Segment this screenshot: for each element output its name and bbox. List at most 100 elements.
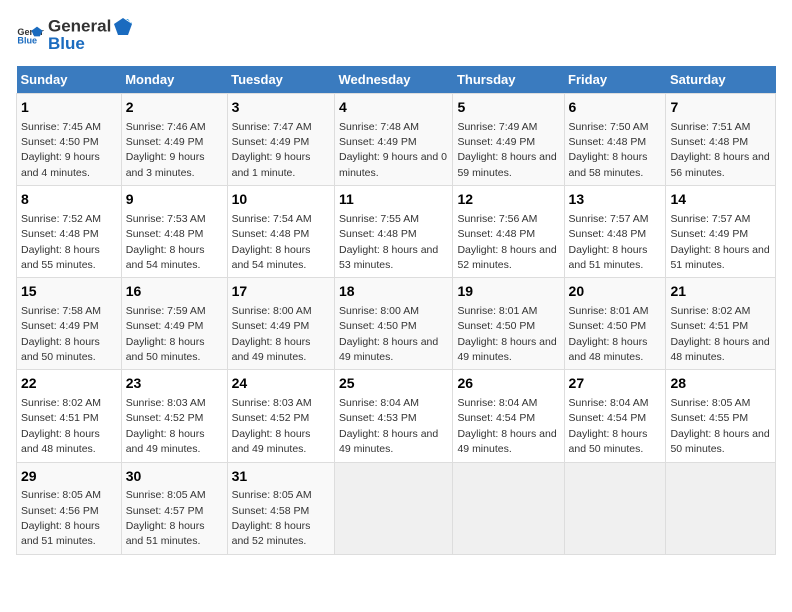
sunrise-info: Sunrise: 7:52 AM — [21, 213, 101, 225]
logo-general-text: General — [48, 16, 111, 35]
daylight-info: Daylight: 8 hours and 51 minutes. — [670, 244, 769, 271]
day-number: 28 — [670, 374, 771, 394]
calendar-cell: 1 Sunrise: 7:45 AM Sunset: 4:50 PM Dayli… — [17, 94, 122, 186]
calendar-cell: 18 Sunrise: 8:00 AM Sunset: 4:50 PM Dayl… — [334, 278, 452, 370]
sunset-info: Sunset: 4:48 PM — [339, 228, 417, 240]
calendar-cell: 2 Sunrise: 7:46 AM Sunset: 4:49 PM Dayli… — [121, 94, 227, 186]
daylight-info: Daylight: 8 hours and 54 minutes. — [126, 244, 205, 271]
calendar-cell: 10 Sunrise: 7:54 AM Sunset: 4:48 PM Dayl… — [227, 186, 334, 278]
daylight-info: Daylight: 8 hours and 49 minutes. — [339, 336, 438, 363]
weekday-header: Saturday — [666, 66, 776, 94]
sunset-info: Sunset: 4:52 PM — [232, 412, 310, 424]
sunrise-info: Sunrise: 7:53 AM — [126, 213, 206, 225]
day-number: 20 — [569, 282, 662, 302]
calendar-cell: 15 Sunrise: 7:58 AM Sunset: 4:49 PM Dayl… — [17, 278, 122, 370]
header-row: SundayMondayTuesdayWednesdayThursdayFrid… — [17, 66, 776, 94]
calendar-cell: 8 Sunrise: 7:52 AM Sunset: 4:48 PM Dayli… — [17, 186, 122, 278]
sunrise-info: Sunrise: 7:49 AM — [457, 121, 537, 133]
daylight-info: Daylight: 9 hours and 1 minute. — [232, 151, 311, 178]
header: General Blue General Blue — [16, 16, 776, 54]
sunrise-info: Sunrise: 8:03 AM — [232, 397, 312, 409]
day-number: 12 — [457, 190, 559, 210]
weekday-header: Monday — [121, 66, 227, 94]
weekday-header: Sunday — [17, 66, 122, 94]
day-number: 25 — [339, 374, 448, 394]
sunset-info: Sunset: 4:49 PM — [232, 136, 310, 148]
day-number: 2 — [126, 98, 223, 118]
daylight-info: Daylight: 8 hours and 49 minutes. — [126, 428, 205, 455]
calendar-cell: 17 Sunrise: 8:00 AM Sunset: 4:49 PM Dayl… — [227, 278, 334, 370]
daylight-info: Daylight: 8 hours and 49 minutes. — [232, 336, 311, 363]
sunset-info: Sunset: 4:49 PM — [126, 320, 204, 332]
sunset-info: Sunset: 4:49 PM — [126, 136, 204, 148]
day-number: 3 — [232, 98, 330, 118]
sunset-info: Sunset: 4:49 PM — [670, 228, 748, 240]
daylight-info: Daylight: 8 hours and 50 minutes. — [21, 336, 100, 363]
sunrise-info: Sunrise: 7:57 AM — [670, 213, 750, 225]
calendar-cell: 30 Sunrise: 8:05 AM Sunset: 4:57 PM Dayl… — [121, 462, 227, 554]
sunrise-info: Sunrise: 8:05 AM — [232, 489, 312, 501]
logo: General Blue General Blue — [16, 16, 135, 54]
daylight-info: Daylight: 8 hours and 52 minutes. — [232, 520, 311, 547]
daylight-info: Daylight: 9 hours and 0 minutes. — [339, 151, 447, 178]
daylight-info: Daylight: 8 hours and 51 minutes. — [569, 244, 648, 271]
calendar-week-row: 15 Sunrise: 7:58 AM Sunset: 4:49 PM Dayl… — [17, 278, 776, 370]
weekday-header: Friday — [564, 66, 666, 94]
sunrise-info: Sunrise: 8:01 AM — [569, 305, 649, 317]
sunrise-info: Sunrise: 7:57 AM — [569, 213, 649, 225]
calendar-cell: 6 Sunrise: 7:50 AM Sunset: 4:48 PM Dayli… — [564, 94, 666, 186]
sunset-info: Sunset: 4:53 PM — [339, 412, 417, 424]
day-number: 31 — [232, 467, 330, 487]
day-number: 4 — [339, 98, 448, 118]
daylight-info: Daylight: 9 hours and 3 minutes. — [126, 151, 205, 178]
day-number: 21 — [670, 282, 771, 302]
calendar-cell: 27 Sunrise: 8:04 AM Sunset: 4:54 PM Dayl… — [564, 370, 666, 462]
sunrise-info: Sunrise: 7:47 AM — [232, 121, 312, 133]
sunset-info: Sunset: 4:57 PM — [126, 505, 204, 517]
sunset-info: Sunset: 4:50 PM — [339, 320, 417, 332]
day-number: 17 — [232, 282, 330, 302]
calendar-cell: 20 Sunrise: 8:01 AM Sunset: 4:50 PM Dayl… — [564, 278, 666, 370]
daylight-info: Daylight: 8 hours and 51 minutes. — [126, 520, 205, 547]
sunrise-info: Sunrise: 8:05 AM — [126, 489, 206, 501]
sunset-info: Sunset: 4:48 PM — [670, 136, 748, 148]
svg-text:Blue: Blue — [17, 35, 37, 45]
calendar-cell: 31 Sunrise: 8:05 AM Sunset: 4:58 PM Dayl… — [227, 462, 334, 554]
sunrise-info: Sunrise: 8:04 AM — [569, 397, 649, 409]
sunset-info: Sunset: 4:50 PM — [569, 320, 647, 332]
daylight-info: Daylight: 8 hours and 49 minutes. — [457, 336, 556, 363]
sunrise-info: Sunrise: 8:01 AM — [457, 305, 537, 317]
sunrise-info: Sunrise: 7:46 AM — [126, 121, 206, 133]
calendar-cell: 3 Sunrise: 7:47 AM Sunset: 4:49 PM Dayli… — [227, 94, 334, 186]
day-number: 11 — [339, 190, 448, 210]
sunrise-info: Sunrise: 8:02 AM — [21, 397, 101, 409]
day-number: 26 — [457, 374, 559, 394]
calendar-cell: 19 Sunrise: 8:01 AM Sunset: 4:50 PM Dayl… — [453, 278, 564, 370]
daylight-info: Daylight: 8 hours and 56 minutes. — [670, 151, 769, 178]
calendar-cell: 11 Sunrise: 7:55 AM Sunset: 4:48 PM Dayl… — [334, 186, 452, 278]
calendar-cell: 22 Sunrise: 8:02 AM Sunset: 4:51 PM Dayl… — [17, 370, 122, 462]
day-number: 10 — [232, 190, 330, 210]
calendar-cell: 9 Sunrise: 7:53 AM Sunset: 4:48 PM Dayli… — [121, 186, 227, 278]
sunrise-info: Sunrise: 8:05 AM — [21, 489, 101, 501]
sunrise-info: Sunrise: 7:54 AM — [232, 213, 312, 225]
daylight-info: Daylight: 8 hours and 55 minutes. — [21, 244, 100, 271]
weekday-header: Thursday — [453, 66, 564, 94]
day-number: 29 — [21, 467, 117, 487]
sunrise-info: Sunrise: 7:50 AM — [569, 121, 649, 133]
sunset-info: Sunset: 4:48 PM — [232, 228, 310, 240]
sunrise-info: Sunrise: 7:59 AM — [126, 305, 206, 317]
calendar-week-row: 22 Sunrise: 8:02 AM Sunset: 4:51 PM Dayl… — [17, 370, 776, 462]
day-number: 9 — [126, 190, 223, 210]
sunrise-info: Sunrise: 8:02 AM — [670, 305, 750, 317]
daylight-info: Daylight: 8 hours and 53 minutes. — [339, 244, 438, 271]
calendar-cell: 21 Sunrise: 8:02 AM Sunset: 4:51 PM Dayl… — [666, 278, 776, 370]
daylight-info: Daylight: 8 hours and 50 minutes. — [569, 428, 648, 455]
daylight-info: Daylight: 8 hours and 48 minutes. — [21, 428, 100, 455]
sunrise-info: Sunrise: 8:00 AM — [232, 305, 312, 317]
calendar-cell: 5 Sunrise: 7:49 AM Sunset: 4:49 PM Dayli… — [453, 94, 564, 186]
calendar-cell: 23 Sunrise: 8:03 AM Sunset: 4:52 PM Dayl… — [121, 370, 227, 462]
calendar-cell: 29 Sunrise: 8:05 AM Sunset: 4:56 PM Dayl… — [17, 462, 122, 554]
day-number: 27 — [569, 374, 662, 394]
calendar-cell: 24 Sunrise: 8:03 AM Sunset: 4:52 PM Dayl… — [227, 370, 334, 462]
